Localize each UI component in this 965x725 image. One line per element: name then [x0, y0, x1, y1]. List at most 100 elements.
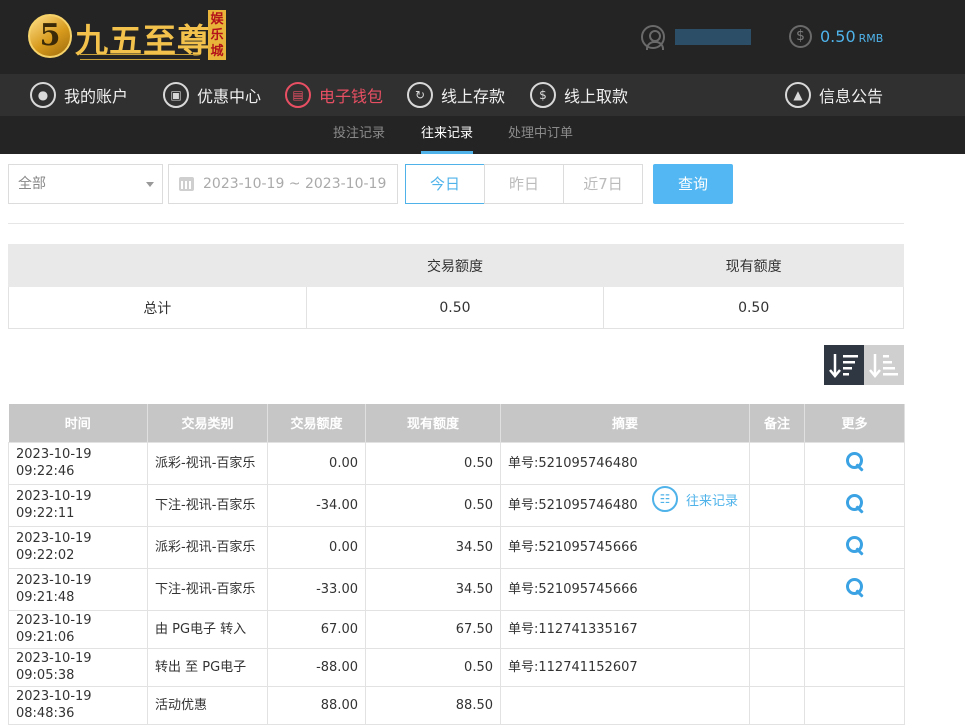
cell-amount: 88.00 [267, 685, 366, 725]
cell-type: 由 PG电子 转入 [147, 609, 268, 649]
logo-ornament [80, 54, 200, 60]
cell-type: 下注-视讯-百家乐 [147, 567, 268, 611]
tab-transaction-records[interactable]: 往来记录 [421, 116, 474, 154]
table-row: 2023-10-19 09:21:06 由 PG电子 转入 67.00 67.5… [8, 609, 905, 649]
cell-amount: 0.00 [267, 525, 366, 569]
column-header-type[interactable]: 交易类别 [147, 404, 268, 442]
nav-label: 线上存款 [441, 87, 506, 106]
summary-total-row: 总计 0.50 0.50 [8, 286, 904, 329]
nav-label: 信息公告 [819, 87, 884, 106]
cell-time: 2023-10-19 09:22:46 [8, 441, 148, 485]
top-bar: 5 九五至尊 娱乐城 $ 0.50 RMB [0, 0, 965, 74]
cell-time: 2023-10-19 09:21:06 [8, 609, 148, 649]
cell-balance: 0.50 [365, 483, 501, 527]
nav-e-wallet[interactable]: ▤ 电子钱包 [285, 74, 383, 116]
sort-descending-icon [829, 354, 858, 378]
column-header-balance[interactable]: 现有额度 [365, 404, 501, 442]
cell-type: 转出 至 PG电子 [147, 647, 268, 687]
cell-note [749, 647, 805, 687]
type-select-value: 全部 [18, 176, 46, 192]
nav-my-account[interactable]: ● 我的账户 [30, 74, 128, 116]
dollar-icon: $ [789, 25, 812, 48]
magnifier-icon[interactable] [845, 493, 865, 513]
cell-summary: 单号:521095745666 [500, 567, 750, 611]
cell-more [804, 685, 905, 725]
date-range-value: 2023-10-19 ~ 2023-10-19 [203, 176, 387, 192]
cell-more [804, 567, 905, 611]
gift-icon: ▣ [163, 82, 189, 108]
magnifier-icon[interactable] [845, 451, 865, 471]
cell-summary: 单号:521095746480 [500, 441, 750, 485]
nav-online-deposit[interactable]: ↻ 线上存款 [407, 74, 505, 116]
nav-announcements[interactable]: ▲ 信息公告 [785, 74, 883, 116]
magnifier-icon[interactable] [845, 577, 865, 597]
calendar-icon [179, 177, 194, 191]
column-header-summary[interactable]: 摘要 [500, 404, 750, 442]
cell-amount: -33.00 [267, 567, 366, 611]
cell-amount: -34.00 [267, 483, 366, 527]
cell-summary: 单号:112741335167 [500, 609, 750, 649]
cell-more [804, 647, 905, 687]
brand-logo[interactable]: 5 九五至尊 娱乐城 [28, 10, 238, 64]
balance-amount: 0.50 [820, 27, 856, 46]
logo-emblem: 5 [28, 14, 72, 58]
search-button[interactable]: 查询 [653, 164, 733, 204]
cell-amount: -88.00 [267, 647, 366, 687]
nav-promotions[interactable]: ▣ 优惠中心 [163, 74, 261, 116]
cell-time: 2023-10-19 08:48:36 [8, 685, 148, 725]
cell-time: 2023-10-19 09:21:48 [8, 567, 148, 611]
type-select[interactable]: 全部 [8, 164, 163, 204]
brand-badge: 娱乐城 [208, 10, 226, 60]
tab-bet-records[interactable]: 投注记录 [333, 116, 385, 154]
bell-icon: ▲ [785, 82, 811, 108]
main-nav: ● 我的账户 ▣ 优惠中心 ▤ 电子钱包 ↻ 线上存款 $ 线上取款 ☷ 往来记… [0, 74, 965, 512]
cell-note [749, 483, 805, 527]
cell-amount: 67.00 [267, 609, 366, 649]
date-range-input[interactable]: 2023-10-19 ~ 2023-10-19 [168, 164, 398, 204]
cell-note [749, 685, 805, 725]
cell-note [749, 567, 805, 611]
column-header-time[interactable]: 时间 [8, 404, 148, 442]
sort-ascending-button[interactable] [864, 345, 904, 385]
summary-header: 交易额度 [305, 244, 605, 287]
column-header-more[interactable]: 更多 [804, 404, 905, 442]
summary-header [8, 244, 307, 287]
caret-down-icon [146, 182, 154, 187]
cell-more [804, 483, 905, 527]
cell-more [804, 609, 905, 649]
summary-total-balance: 0.50 [603, 286, 904, 329]
cell-balance: 34.50 [365, 567, 501, 611]
sort-descending-button[interactable] [824, 345, 864, 385]
cell-balance: 0.50 [365, 441, 501, 485]
cell-summary: 单号:112741152607 [500, 647, 750, 687]
table-row: 2023-10-19 09:22:02 派彩-视讯-百家乐 0.00 34.50… [8, 525, 905, 569]
cell-balance: 88.50 [365, 685, 501, 725]
column-header-amount[interactable]: 交易额度 [267, 404, 366, 442]
username-redacted [675, 29, 751, 45]
cell-balance: 67.50 [365, 609, 501, 649]
today-button[interactable]: 今日 [405, 164, 485, 204]
user-icon[interactable] [641, 25, 665, 50]
last-7-days-button[interactable]: 近7日 [563, 164, 643, 204]
summary-header: 现有额度 [603, 244, 904, 287]
cell-time: 2023-10-19 09:05:38 [8, 647, 148, 687]
nav-online-withdraw[interactable]: $ 线上取款 [530, 74, 628, 116]
cell-note [749, 609, 805, 649]
cell-summary [500, 685, 750, 725]
magnifier-icon[interactable] [845, 535, 865, 555]
summary-total-label: 总计 [8, 286, 307, 329]
cell-type: 派彩-视讯-百家乐 [147, 525, 268, 569]
sort-ascending-icon [869, 354, 898, 378]
records-table: 时间 交易类别 交易额度 现有额度 摘要 备注 更多 2023-10-19 09… [8, 404, 905, 725]
summary-total-amount: 0.50 [305, 286, 605, 329]
tab-pending-orders[interactable]: 处理中订单 [508, 116, 573, 154]
table-row: 2023-10-19 09:21:48 下注-视讯-百家乐 -33.00 34.… [8, 567, 905, 611]
yesterday-button[interactable]: 昨日 [484, 164, 564, 204]
cell-more [804, 525, 905, 569]
cell-time: 2023-10-19 09:22:11 [8, 483, 148, 527]
user-circle-icon: ● [30, 82, 56, 108]
column-header-note[interactable]: 备注 [749, 404, 805, 442]
summary-table: 交易额度 现有额度 总计 0.50 0.50 [8, 244, 904, 329]
withdraw-icon: $ [530, 82, 556, 108]
table-row: 2023-10-19 08:48:36 活动优惠 88.00 88.50 [8, 685, 905, 725]
